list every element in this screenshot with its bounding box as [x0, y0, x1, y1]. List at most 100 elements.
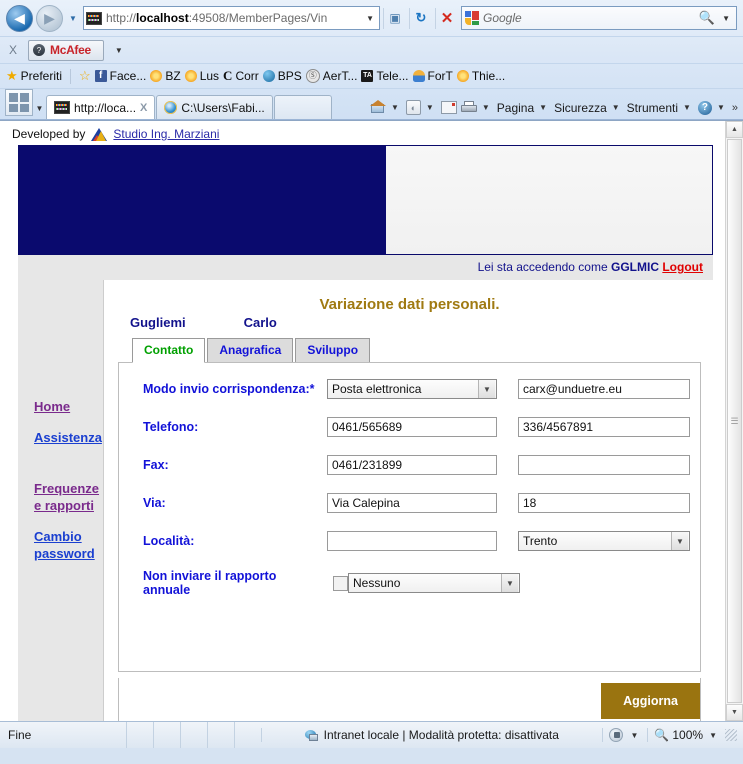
stop-icon[interactable]: ✕: [435, 7, 458, 29]
print-button[interactable]: ▼: [460, 101, 493, 114]
address-bar[interactable]: http://localhost:49508/MemberPages/Vin ▼: [83, 6, 380, 30]
favorite-item-lus[interactable]: Lus: [184, 69, 219, 83]
chevron-down-icon[interactable]: ▼: [714, 103, 728, 112]
favorite-label: Thie...: [471, 69, 506, 83]
favorite-item-fort[interactable]: ForT: [412, 69, 453, 83]
resize-grip-icon[interactable]: [725, 729, 737, 741]
scroll-down-icon[interactable]: ▼: [726, 704, 743, 721]
status-segment: [153, 722, 180, 748]
email-field[interactable]: carx@unduetre.eu: [518, 379, 690, 399]
nav-link-cambio-password[interactable]: Cambio password: [18, 528, 103, 562]
favorite-item-corr[interactable]: C Corr: [223, 68, 259, 84]
mcafee-close-icon[interactable]: X: [6, 43, 20, 57]
toolbar-overflow-icon[interactable]: »: [732, 100, 738, 114]
mcafee-dropdown-icon[interactable]: ▼: [112, 46, 126, 55]
rss-icon: ◐: [405, 100, 421, 115]
tab-list-dropdown-icon[interactable]: ▼: [33, 104, 46, 113]
favorite-item-facebook[interactable]: f Face...: [94, 69, 147, 83]
browser-tab-1[interactable]: http://loca... X: [46, 95, 156, 119]
scroll-up-icon[interactable]: ▲: [726, 121, 743, 138]
comune-value: Trento: [523, 534, 558, 548]
chevron-down-icon[interactable]: ▼: [680, 103, 694, 112]
favorite-item-tele[interactable]: TA Tele...: [361, 69, 409, 83]
cellulare-field[interactable]: 336/4567891: [518, 417, 690, 437]
search-provider-dropdown-icon[interactable]: ▼: [719, 14, 733, 23]
favorite-item-aert[interactable]: Ⓢ AerT...: [305, 69, 357, 83]
chevron-down-icon[interactable]: ▼: [478, 380, 495, 398]
search-input[interactable]: Google: [483, 11, 695, 25]
fax-field[interactable]: 0461/231899: [327, 455, 497, 475]
page-favicon: [86, 11, 102, 25]
tab-close-icon[interactable]: X: [140, 102, 147, 114]
zoom-icon: 🔍: [654, 728, 670, 742]
civico-field[interactable]: 18: [518, 493, 690, 513]
field-row-rapporto-annuale: Non inviare il rapporto annuale Nessuno …: [129, 569, 690, 597]
tab-contatto[interactable]: Contatto: [132, 338, 206, 363]
tab-sviluppo[interactable]: Sviluppo: [295, 338, 371, 362]
browser-chrome: ◀ ▶ ▼ http://localhost:49508/MemberPages…: [0, 0, 743, 120]
google-icon: [465, 11, 479, 25]
command-bar: ▼ ◐ ▼ ▼ Pagina ▼ Sicurezza ▼ Strumenti ▼ ? ▼ …: [370, 100, 738, 119]
nav-link-frequenze-rapporti[interactable]: Frequenze e rapporti: [18, 480, 103, 514]
field-row-localita: Località: Trento ▼: [129, 531, 690, 551]
favorite-item-bps[interactable]: BPS: [262, 69, 302, 83]
privacy-indicator[interactable]: ▼: [601, 728, 648, 742]
chevron-down-icon[interactable]: ▼: [536, 103, 550, 112]
sun-icon: [456, 70, 469, 82]
refresh-icon[interactable]: ↻: [409, 7, 432, 29]
telecom-icon: TA: [361, 70, 374, 82]
home-button[interactable]: ▼: [370, 100, 402, 114]
chevron-down-icon[interactable]: ▼: [671, 532, 688, 550]
zoom-control[interactable]: 🔍 100% ▼: [647, 728, 743, 742]
favorite-item-bz[interactable]: BZ: [150, 69, 181, 83]
new-tab-button[interactable]: [273, 95, 332, 119]
chevron-down-icon[interactable]: ▼: [423, 103, 437, 112]
help-menu-button[interactable]: ? ▼: [697, 100, 728, 115]
chevron-down-icon[interactable]: ▼: [479, 103, 493, 112]
security-menu-button[interactable]: Sicurezza ▼: [554, 101, 623, 115]
nav-link-home[interactable]: Home: [18, 398, 103, 415]
quick-tabs-icon[interactable]: [5, 89, 33, 116]
developer-link[interactable]: Studio Ing. Marziani: [113, 127, 219, 141]
tab-anagrafica[interactable]: Anagrafica: [207, 338, 294, 362]
security-zone[interactable]: Intranet locale | Modalità protetta: dis…: [261, 728, 602, 742]
mcafee-button[interactable]: ? McAfee: [28, 39, 104, 61]
scrollbar-track[interactable]: ☰: [726, 138, 743, 704]
add-to-favorites-button[interactable]: ☆: [79, 68, 91, 84]
telefono-field-wrap: 0461/565689: [327, 417, 497, 437]
browser-tab-2[interactable]: C:\Users\Fabi...: [156, 95, 273, 119]
tools-menu-button[interactable]: Strumenti ▼: [627, 101, 694, 115]
search-icon[interactable]: 🔍: [699, 10, 715, 26]
logout-link[interactable]: Logout: [662, 260, 703, 274]
chevron-down-icon[interactable]: ▼: [388, 103, 402, 112]
read-mail-button[interactable]: [440, 101, 457, 114]
scrollbar-thumb[interactable]: ☰: [727, 139, 742, 703]
back-button[interactable]: ◀: [6, 4, 33, 32]
favorite-item-thie[interactable]: Thie...: [456, 69, 506, 83]
rapporto-annuale-checkbox[interactable]: [333, 575, 348, 591]
chevron-down-icon[interactable]: ▼: [706, 731, 720, 740]
nav-link-assistenza[interactable]: Assistenza: [18, 429, 103, 446]
telefono-field[interactable]: 0461/565689: [327, 417, 497, 437]
via-field[interactable]: Via Calepina: [327, 493, 497, 513]
localita-field[interactable]: [327, 531, 497, 551]
comune-select[interactable]: Trento ▼: [518, 531, 690, 551]
recent-pages-dropdown-icon[interactable]: ▼: [66, 14, 80, 23]
page-scrollbar[interactable]: ▲ ☰ ▼: [725, 121, 743, 721]
favorite-label: Face...: [109, 69, 147, 83]
compatibility-view-icon[interactable]: ▣: [383, 7, 406, 29]
chevron-down-icon[interactable]: ▼: [628, 731, 642, 740]
favorites-button[interactable]: ★ Preferiti: [6, 68, 62, 84]
forward-button[interactable]: ▶: [36, 4, 63, 32]
fax-secondary-field[interactable]: [518, 455, 690, 475]
modo-invio-select[interactable]: Posta elettronica ▼: [327, 379, 497, 399]
aggiorna-button[interactable]: Aggiorna: [601, 683, 700, 719]
chevron-down-icon[interactable]: ▼: [609, 103, 623, 112]
via-field-wrap: Via Calepina: [327, 493, 497, 513]
address-dropdown-icon[interactable]: ▼: [363, 14, 377, 23]
chevron-down-icon[interactable]: ▼: [501, 574, 518, 592]
search-box[interactable]: Google 🔍 ▼: [461, 6, 737, 30]
page-menu-button[interactable]: Pagina ▼: [497, 101, 550, 115]
feeds-button[interactable]: ◐ ▼: [405, 100, 437, 115]
rapporto-select[interactable]: Nessuno ▼: [348, 573, 520, 593]
